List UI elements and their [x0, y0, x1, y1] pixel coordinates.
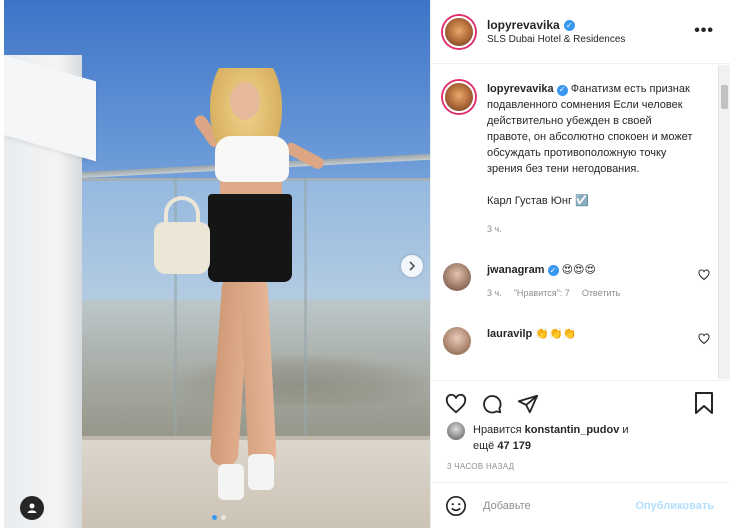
comment-item: lauravilp 👏👏👏 — [443, 327, 714, 355]
heart-icon[interactable] — [698, 333, 710, 345]
avatar[interactable] — [443, 327, 471, 355]
smiley-icon[interactable] — [445, 495, 467, 517]
avatar[interactable] — [443, 15, 475, 48]
comment-bubble-icon[interactable] — [481, 393, 503, 415]
comment-username[interactable]: jwanagram — [487, 264, 544, 276]
paper-plane-icon[interactable] — [517, 393, 539, 415]
comment-text: 😍😍😍 — [561, 264, 596, 276]
chevron-right-icon[interactable] — [401, 255, 423, 277]
caption-avatar[interactable] — [443, 81, 475, 113]
heart-icon[interactable] — [445, 393, 467, 415]
author-username[interactable]: lopyrevavika — [487, 18, 560, 32]
caption-username[interactable]: lopyrevavika — [487, 83, 554, 95]
action-bar — [431, 380, 730, 426]
post-timestamp[interactable]: 3 ЧАСОВ НАЗАД — [447, 462, 514, 471]
caption-time[interactable]: 3 ч. — [487, 221, 697, 237]
comment-text: 👏👏👏 — [535, 328, 577, 340]
avatar[interactable] — [447, 422, 465, 440]
carousel-dot — [221, 515, 226, 520]
verified-badge-icon: ✓ — [547, 265, 559, 276]
carousel-dots — [212, 515, 226, 520]
verified-badge-icon: ✓ — [563, 19, 575, 31]
caption: lopyrevavika ✓ Фанатизм есть признак под… — [443, 81, 714, 237]
liker-username[interactable]: konstantin_pudov — [525, 424, 620, 436]
comment-item: jwanagram ✓ 😍😍😍 3 ч. "Нравится": 7 Ответ… — [443, 263, 714, 301]
white-top — [215, 136, 289, 182]
comment-time[interactable]: 3 ч. — [487, 286, 502, 301]
carousel-dot-active — [212, 515, 217, 520]
comment-input[interactable] — [483, 499, 623, 512]
avatar[interactable] — [443, 263, 471, 291]
comment-likes[interactable]: "Нравится": 7 — [514, 286, 570, 301]
post-header: lopyrevavika ✓ SLS Dubai Hotel & Residen… — [431, 0, 730, 64]
handbag — [154, 222, 210, 274]
black-shorts — [208, 194, 292, 282]
bookmark-icon[interactable] — [694, 392, 714, 414]
post-sidebar: lopyrevavika ✓ SLS Dubai Hotel & Residen… — [430, 0, 730, 528]
more-options-icon[interactable]: ••• — [694, 22, 714, 40]
likes-summary: Нравится konstantin_pudov и ещё 47 179 — [447, 422, 629, 454]
comment-username[interactable]: lauravilp — [487, 328, 532, 340]
heart-icon[interactable] — [698, 269, 710, 281]
caption-signature: Карл Густав Юнг ☑️ — [487, 195, 589, 207]
reply-button[interactable]: Ответить — [582, 286, 620, 301]
caption-text: Фанатизм есть признак подавленного сомне… — [487, 83, 693, 175]
location-link[interactable]: SLS Dubai Hotel & Residences — [487, 34, 625, 45]
comments-scrollbar[interactable] — [718, 65, 730, 379]
likes-count[interactable]: 47 179 — [497, 440, 531, 452]
publish-button[interactable]: Опубликовать — [635, 500, 714, 512]
comments-list: lopyrevavika ✓ Фанатизм есть признак под… — [431, 65, 730, 379]
add-comment-bar: Опубликовать — [431, 482, 730, 528]
verified-badge-icon: ✓ — [556, 84, 568, 96]
post-photo[interactable] — [4, 0, 430, 528]
person-tag-icon[interactable] — [20, 496, 44, 520]
